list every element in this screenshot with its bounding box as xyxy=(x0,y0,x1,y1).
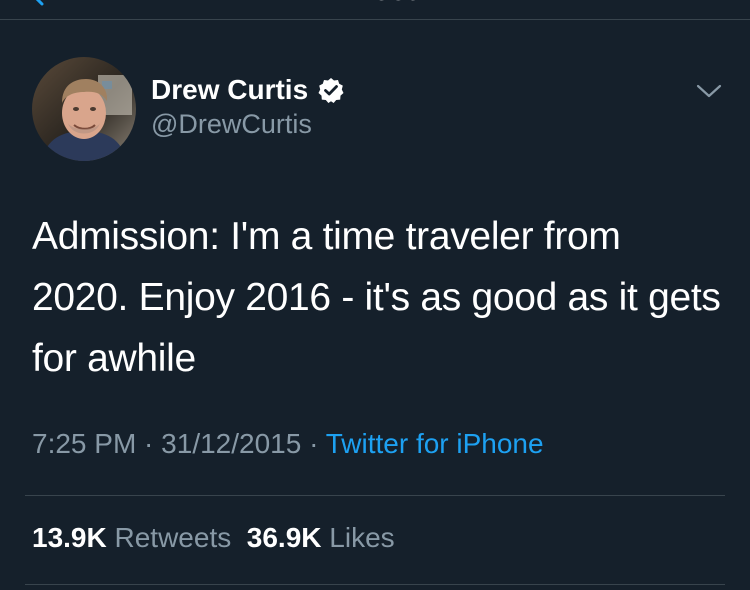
tweet-time: 7:25 PM xyxy=(32,428,137,459)
tweet-meta: 7:25 PM · 31/12/2015 · Twitter for iPhon… xyxy=(32,428,544,464)
author-name[interactable]: Drew Curtis xyxy=(151,74,308,106)
tweet-stats: 13.9K Retweets 36.9K Likes xyxy=(32,522,395,558)
avatar[interactable] xyxy=(32,57,136,161)
likes-label: Likes xyxy=(329,522,395,553)
divider xyxy=(25,495,725,496)
tweet-detail-screen: Tweet Drew Curtis xyxy=(0,0,750,590)
author-handle[interactable]: @DrewCurtis xyxy=(151,109,312,140)
verified-badge-icon xyxy=(318,77,344,103)
nav-divider xyxy=(0,19,750,20)
page-title: Tweet xyxy=(0,0,750,8)
meta-separator: · xyxy=(136,428,162,459)
tweet-text: Admission: I'm a time traveler from 2020… xyxy=(32,215,721,380)
retweets-count: 13.9K xyxy=(32,522,107,553)
retweets-label: Retweets xyxy=(114,522,232,553)
nav-bar: Tweet xyxy=(0,0,750,34)
tweet-source-link[interactable]: Twitter for iPhone xyxy=(326,428,544,459)
likes-count: 36.9K xyxy=(246,522,322,553)
author-name-row[interactable]: Drew Curtis xyxy=(151,72,344,108)
chevron-down-icon[interactable] xyxy=(696,82,722,100)
likes-stat[interactable]: 36.9K Likes xyxy=(247,522,395,553)
tweet-date: 31/12/2015 xyxy=(161,428,302,459)
divider xyxy=(25,584,725,585)
meta-separator: · xyxy=(301,428,326,459)
retweets-stat[interactable]: 13.9K Retweets xyxy=(32,522,231,553)
